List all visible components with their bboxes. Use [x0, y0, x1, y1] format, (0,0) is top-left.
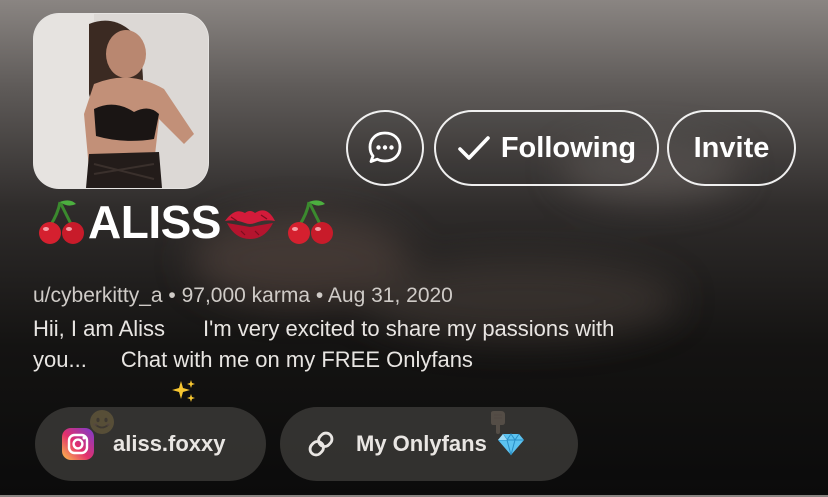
bio-text: I'm very excited to share my passions wi…: [203, 316, 615, 341]
following-button[interactable]: Following: [434, 110, 659, 186]
profile-meta: u/cyberkitty_a • 97,000 karma • Aug 31, …: [33, 284, 453, 308]
avatar-photo: [34, 14, 208, 188]
chat-button[interactable]: [346, 110, 424, 186]
onlyfans-link[interactable]: My Onlyfans: [280, 407, 578, 481]
sparkles-emoji: [171, 316, 197, 402]
karma-count: 97,000 karma: [181, 284, 311, 307]
profile-bio: Hii, I am Aliss I'm very excited to shar…: [33, 313, 793, 434]
instagram-icon: [61, 427, 95, 461]
join-date: Aug 31, 2020: [327, 284, 453, 307]
display-name-row: ALISS: [36, 190, 337, 254]
meta-separator: •: [315, 284, 324, 307]
onlyfans-label: My Onlyfans: [356, 431, 487, 456]
gem-emoji: [497, 432, 525, 456]
bio-text: you...: [33, 347, 87, 372]
bio-text: Chat with me on my FREE Onlyfans: [120, 347, 473, 372]
meta-separator: •: [168, 284, 176, 307]
bio-line-1: Hii, I am Aliss I'm very excited to shar…: [33, 313, 793, 402]
bio-line-2: you... Chat with me on my FREE Onlyfans: [33, 344, 793, 434]
link-icon: [304, 427, 338, 461]
chat-bubble-icon: [368, 131, 402, 163]
cherry-emoji: [285, 196, 337, 248]
smile-emoji: [89, 347, 115, 434]
display-name: ALISS: [88, 196, 221, 248]
check-icon: [458, 136, 490, 160]
bio-text: Hii, I am Aliss: [33, 316, 166, 341]
invite-label: Invite: [693, 131, 770, 164]
point-down-emoji: [485, 347, 511, 434]
username: u/cyberkitty_a: [33, 284, 163, 307]
cherry-emoji: [36, 196, 88, 248]
profile-avatar[interactable]: [33, 13, 209, 189]
invite-button[interactable]: Invite: [667, 110, 796, 186]
following-label: Following: [500, 131, 637, 164]
instagram-label: aliss.foxxy: [113, 431, 226, 456]
kiss-mark-emoji: [221, 199, 279, 245]
instagram-link[interactable]: aliss.foxxy: [35, 407, 266, 481]
